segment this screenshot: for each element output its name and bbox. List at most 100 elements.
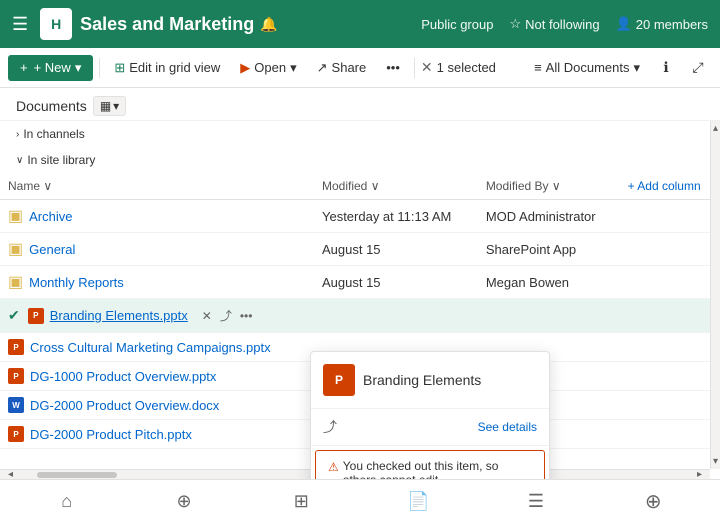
file-link[interactable]: DG-2000 Product Pitch.pptx <box>30 427 192 442</box>
group-name: Sales and Marketing <box>80 14 254 35</box>
col-name[interactable]: Name ∨ <box>0 173 314 200</box>
add-icon: ⊕ <box>645 489 662 514</box>
vertical-scrollbar[interactable]: ▴ ▾ <box>710 121 720 469</box>
row-share-button[interactable]: ⤴ <box>218 305 234 326</box>
new-plus-icon: + <box>20 60 28 75</box>
more-button[interactable]: ••• <box>378 55 408 80</box>
scroll-down-button[interactable]: ▾ <box>711 454 720 469</box>
docx-icon: W <box>8 397 24 413</box>
share-button[interactable]: ↗ Share <box>309 55 375 81</box>
nav-grid[interactable]: ⊞ <box>281 484 321 520</box>
group-title-area: Sales and Marketing 🔔 <box>80 14 413 35</box>
settings-icon[interactable]: 🔔 <box>260 16 277 33</box>
file-link[interactable]: Cross Cultural Marketing Campaigns.pptx <box>30 340 271 355</box>
file-modified: August 15 <box>314 233 478 266</box>
section-in-site-library[interactable]: ∨ In site library <box>0 147 720 173</box>
nav-document[interactable]: 📄 <box>399 484 439 520</box>
selected-badge: ✕ 1 selected <box>421 59 496 76</box>
row-delete-button[interactable]: ✕ <box>200 307 214 325</box>
modified-sort-icon: ∨ <box>371 179 380 193</box>
file-modified <box>314 299 478 333</box>
file-modified: August 15 <box>314 266 478 299</box>
view-chevron-icon: ▾ <box>113 99 119 113</box>
file-link[interactable]: Archive <box>29 209 72 224</box>
file-name-cell: ▣ Monthly Reports <box>0 266 314 299</box>
file-name-cell: P DG-2000 Product Pitch.pptx <box>0 420 314 449</box>
grid-nav-icon: ⊞ <box>294 491 309 512</box>
file-link[interactable]: DG-1000 Product Overview.pptx <box>30 369 216 384</box>
top-header: ☰ H Sales and Marketing 🔔 Public group ☆… <box>0 0 720 48</box>
logo-text: H <box>51 16 61 32</box>
following-button[interactable]: ☆ Not following <box>509 16 599 32</box>
table-row[interactable]: ▣ General August 15 SharePoint App <box>0 233 720 266</box>
toolbar-right: ≡ All Documents ▾ ℹ ⤢ <box>526 54 712 82</box>
file-modified: Yesterday at 11:13 AM <box>314 200 478 233</box>
table-row[interactable]: ▣ Monthly Reports August 15 Megan Bowen <box>0 266 720 299</box>
see-details-link[interactable]: See details <box>478 420 537 434</box>
file-link[interactable]: DG-2000 Product Overview.docx <box>30 398 219 413</box>
members-button[interactable]: 👤 20 members <box>616 16 708 32</box>
warning-icon: ⚠ <box>328 460 339 474</box>
new-button[interactable]: + + New ▾ <box>8 55 93 81</box>
col-add[interactable]: + Add column <box>620 173 720 200</box>
file-link[interactable]: Monthly Reports <box>29 275 124 290</box>
deselect-button[interactable]: ✕ <box>421 59 433 76</box>
library-label: In site library <box>27 153 95 167</box>
col-modified[interactable]: Modified ∨ <box>314 173 478 200</box>
popup-warning: ⚠ You checked out this item, so others c… <box>315 450 545 479</box>
share-icon: ↗ <box>317 60 328 76</box>
file-link[interactable]: General <box>29 242 75 257</box>
file-link[interactable]: Branding Elements.pptx <box>50 308 188 323</box>
file-name-cell: W DG-2000 Product Overview.docx <box>0 391 314 420</box>
file-name-cell: ✔ P Branding Elements.pptx ✕ ⤴ ••• <box>0 299 314 333</box>
scroll-right-button[interactable]: ▸ <box>693 469 706 479</box>
pptx-icon: P <box>8 339 24 355</box>
file-modified-by: Megan Bowen <box>478 266 620 299</box>
popup-share-icon[interactable]: ⤴ <box>323 417 337 437</box>
file-name-cell: ▣ Archive <box>0 200 314 233</box>
row-actions: ✕ ⤴ ••• <box>200 305 255 326</box>
expand-button[interactable]: ⤢ <box>684 54 712 82</box>
nav-globe[interactable]: ⊕ <box>164 484 204 520</box>
file-modified-by: MOD Administrator <box>478 200 620 233</box>
table-wrapper: › In channels ∨ In site library Name ∨ M… <box>0 121 720 479</box>
home-icon: ⌂ <box>61 491 72 512</box>
public-group-label: Public group <box>421 17 493 32</box>
folder-icon: ▣ <box>8 272 23 292</box>
menu-icon[interactable]: ☰ <box>12 14 28 35</box>
scroll-thumb-h <box>37 472 117 478</box>
pptx-icon: P <box>8 368 24 384</box>
table-row[interactable]: ▣ Archive Yesterday at 11:13 AM MOD Admi… <box>0 200 720 233</box>
edit-grid-button[interactable]: ⊞ Edit in grid view <box>106 55 228 81</box>
nav-list[interactable]: ☰ <box>516 484 556 520</box>
scroll-up-button[interactable]: ▴ <box>711 121 720 136</box>
open-button[interactable]: ▶ Open ▾ <box>232 55 304 81</box>
grid-icon: ⊞ <box>114 60 125 76</box>
selected-count: 1 selected <box>437 60 496 75</box>
section-in-channels[interactable]: › In channels <box>0 121 720 147</box>
popup-title: Branding Elements <box>363 372 481 388</box>
list-nav-icon: ☰ <box>528 491 544 512</box>
popup-warning-text: ⚠ You checked out this item, so others c… <box>328 459 532 479</box>
nav-home[interactable]: ⌂ <box>47 484 87 520</box>
nav-add[interactable]: ⊕ <box>633 484 673 520</box>
globe-icon: ⊕ <box>176 491 191 512</box>
col-modified-by[interactable]: Modified By ∨ <box>478 173 620 200</box>
add-column-button[interactable]: + Add column <box>628 179 712 193</box>
table-row-selected[interactable]: ✔ P Branding Elements.pptx ✕ ⤴ ••• <box>0 299 720 333</box>
all-documents-button[interactable]: ≡ All Documents ▾ <box>526 55 648 81</box>
file-name-cell: P DG-1000 Product Overview.pptx <box>0 362 314 391</box>
view-toggle-button[interactable]: ▦ ▾ <box>93 96 126 116</box>
file-modified-by: SharePoint App <box>478 233 620 266</box>
document-icon: 📄 <box>407 491 429 512</box>
popup-card: P Branding Elements ⤴ See details ⚠ You … <box>310 351 550 479</box>
list-icon: ≡ <box>534 60 542 75</box>
info-button[interactable]: ℹ <box>652 54 680 82</box>
popup-pptx-icon: P <box>323 364 355 396</box>
app-logo[interactable]: H <box>40 8 72 40</box>
scroll-left-button[interactable]: ◂ <box>4 469 17 479</box>
row-more-button[interactable]: ••• <box>238 307 255 325</box>
content-wrapper: › In channels ∨ In site library Name ∨ M… <box>0 121 720 479</box>
popup-actions: ⤴ See details <box>311 409 549 446</box>
file-name-cell: ▣ General <box>0 233 314 266</box>
